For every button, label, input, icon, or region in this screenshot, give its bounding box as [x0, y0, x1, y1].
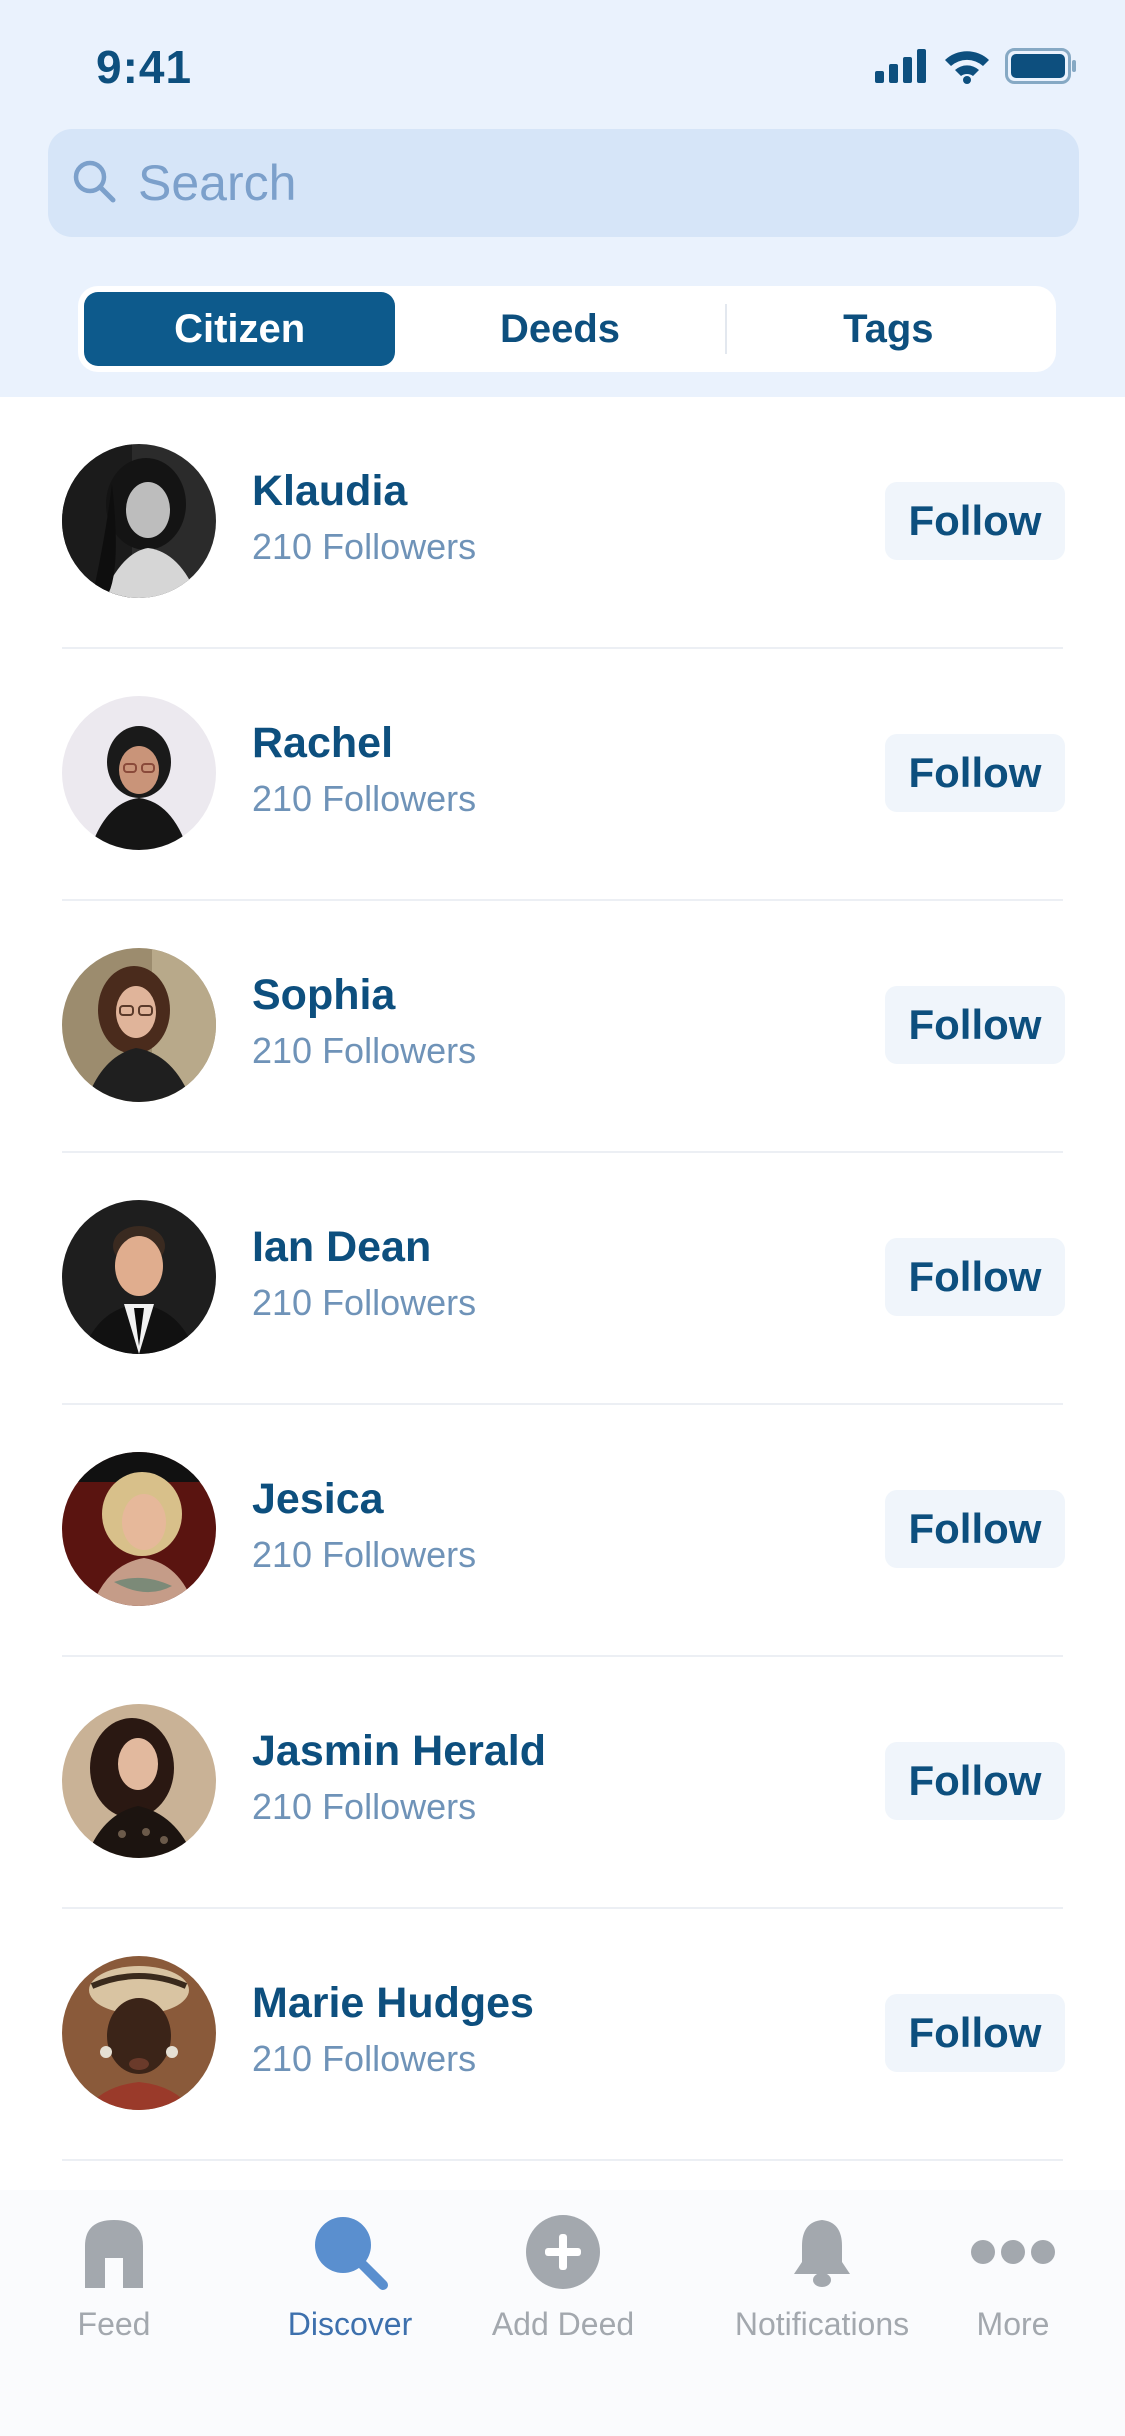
follower-count: 210 Followers: [252, 778, 477, 819]
search-bar[interactable]: [48, 129, 1079, 237]
bell-icon: [790, 2210, 854, 2294]
row-divider: [62, 2159, 1063, 2161]
follower-count: 210 Followers: [252, 2038, 477, 2079]
discover-screen: 9:41 Search Citizen Deeds Tags Klaudia 2…: [0, 0, 1125, 2436]
list-item[interactable]: Rachel 210 Followers Follow: [0, 649, 1125, 901]
add-circle-icon: [525, 2210, 601, 2294]
header: 9:41 Search Citizen Deeds Tags: [0, 0, 1125, 397]
status-icons: [875, 47, 1077, 89]
user-name: Klaudia: [252, 467, 408, 515]
list-item[interactable]: Jesica 210 Followers Follow: [0, 1405, 1125, 1657]
tab-discover[interactable]: Discover: [270, 2190, 430, 2436]
avatar: [62, 1200, 216, 1354]
status-time: 9:41: [96, 41, 193, 93]
follower-count: 210 Followers: [252, 1030, 477, 1071]
avatar: [62, 696, 216, 850]
list-item[interactable]: Sophia 210 Followers Follow: [0, 901, 1125, 1153]
list-item[interactable]: Jasmin Herald 210 Followers Follow: [0, 1657, 1125, 1909]
user-name: Rachel: [252, 719, 394, 767]
search-input[interactable]: [138, 154, 1018, 212]
segment-deeds[interactable]: Deeds: [395, 292, 724, 366]
follow-button[interactable]: Follow: [885, 1742, 1065, 1820]
avatar: [62, 444, 216, 598]
more-dots-icon: [970, 2210, 1056, 2294]
segment-citizen[interactable]: Citizen: [84, 292, 396, 366]
tab-label: Add Deed: [491, 2306, 635, 2342]
list-item[interactable]: Klaudia 210 Followers Follow: [0, 397, 1125, 649]
avatar: [62, 1956, 216, 2110]
tab-feed[interactable]: Feed: [44, 2190, 184, 2436]
avatar: [62, 1452, 216, 1606]
user-name: Ian Dean: [252, 1223, 432, 1271]
follow-button[interactable]: Follow: [885, 1490, 1065, 1568]
tab-bar: Feed Discover Add Deed Notifications Mor…: [0, 2190, 1125, 2436]
tab-label: Notifications: [734, 2306, 910, 2342]
user-name: Jasmin Herald: [252, 1727, 546, 1775]
segment-tags[interactable]: Tags: [727, 292, 1050, 366]
tab-label: More: [976, 2306, 1050, 2342]
home-icon: [81, 2210, 147, 2294]
tab-more[interactable]: More: [950, 2190, 1076, 2436]
user-name: Sophia: [252, 971, 396, 1019]
status-bar: 9:41: [0, 0, 1125, 130]
follow-button[interactable]: Follow: [885, 986, 1065, 1064]
list-item[interactable]: Marie Hudges 210 Followers Follow: [0, 1909, 1125, 2161]
tab-notifications[interactable]: Notifications: [724, 2190, 920, 2436]
follow-button[interactable]: Follow: [885, 482, 1065, 560]
follower-count: 210 Followers: [252, 526, 477, 567]
follow-button[interactable]: Follow: [885, 1238, 1065, 1316]
tab-label: Discover: [287, 2306, 413, 2342]
tab-label: Feed: [77, 2306, 151, 2342]
user-name: Jesica: [252, 1475, 384, 1523]
list-item[interactable]: Ian Dean 210 Followers Follow: [0, 1153, 1125, 1405]
avatar: [62, 1704, 216, 1858]
search-icon: [70, 157, 118, 210]
cellular-signal-icon: [875, 48, 929, 88]
wifi-icon: [943, 48, 991, 89]
battery-icon: [1005, 47, 1077, 89]
follower-count: 210 Followers: [252, 1534, 477, 1575]
avatar: [62, 948, 216, 1102]
search-icon: [311, 2210, 389, 2294]
segmented-control: Citizen Deeds Tags: [78, 286, 1056, 372]
citizen-list: Klaudia 210 Followers Follow Rachel 210 …: [0, 397, 1125, 2161]
follow-button[interactable]: Follow: [885, 1994, 1065, 2072]
follow-button[interactable]: Follow: [885, 734, 1065, 812]
user-name: Marie Hudges: [252, 1979, 534, 2027]
follower-count: 210 Followers: [252, 1786, 477, 1827]
follower-count: 210 Followers: [252, 1282, 477, 1323]
tab-add-deed[interactable]: Add Deed: [470, 2190, 656, 2436]
